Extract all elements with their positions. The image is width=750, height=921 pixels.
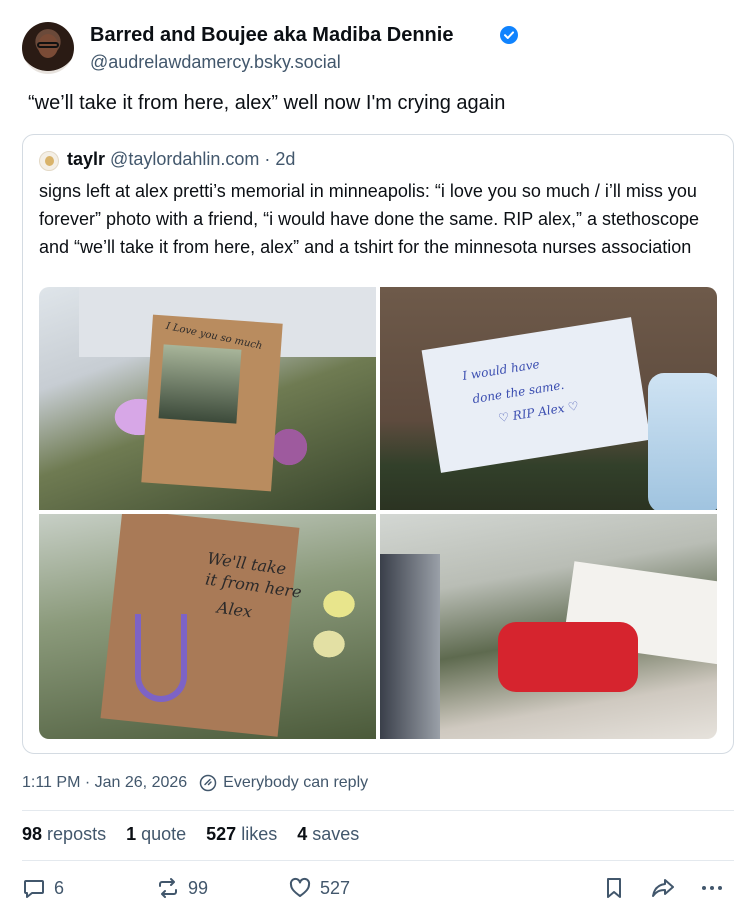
candle [648,373,717,510]
saves-count: 4 [297,824,308,844]
framed-photo [158,344,242,424]
author-avatar[interactable] [22,22,74,74]
red-tshirt [498,622,638,692]
quotes-label: quote [141,824,187,844]
share-arrow-icon [650,876,676,900]
quote-author-name: taylr [67,149,106,169]
quotes-stat[interactable]: 1 quote [126,824,186,845]
avatar-glasses [37,42,59,48]
author-handle[interactable]: @audrelawdamercy.bsky.social [90,52,341,73]
blurred-foreground [380,554,440,739]
post-header: Barred and Boujee aka Madiba Dennie @aud… [22,22,722,78]
action-bar: 6 99 527 [22,876,734,904]
reply-setting-icon [199,774,217,792]
saves-stat[interactable]: 4 saves [297,824,359,845]
quote-separator: · [264,149,271,169]
quotes-count: 1 [126,824,137,844]
quote-text: signs left at alex pretti’s memorial in … [39,181,700,257]
post-time: 1:11 PM [22,774,81,791]
reposts-stat[interactable]: 98 reposts [22,824,106,845]
divider-top [22,810,734,811]
quote-author-handle: @taylordahlin.com [110,149,260,169]
quote-author-line: taylr @taylordahlin.com · 2d [67,149,295,170]
likes-label: likes [241,824,278,844]
image-photo-frame-flowers[interactable]: I Love you so much [39,287,376,510]
reply-icon [22,876,46,900]
reposts-label: reposts [47,824,107,844]
image-grid: I Love you so much I would have done the… [39,287,717,739]
post-date: Jan 26, 2026 [94,774,188,791]
reply-setting-label[interactable]: Everybody can reply [223,774,368,792]
more-options-button[interactable] [700,876,724,900]
saves-label: saves [312,824,360,844]
cardboard-sign [100,514,300,737]
meta-separator: · [84,774,91,791]
image-nurses-tshirt[interactable] [380,514,717,739]
verified-badge-icon[interactable] [500,26,518,44]
repost-button[interactable]: 99 [156,876,208,900]
share-button[interactable] [650,876,676,900]
divider-bottom [22,860,734,861]
image-stethoscope-sign[interactable]: We'll take it from here Alex [39,514,376,739]
image-note-card[interactable]: I would have done the same. ♡ RIP Alex ♡ [380,287,717,510]
repost-count: 99 [188,877,209,898]
quote-author-avatar [39,151,59,171]
quote-time-ago: 2d [275,149,296,169]
like-button[interactable]: 527 [288,876,350,900]
stethoscope [135,614,187,702]
ellipsis-icon [700,876,724,900]
reposts-count: 98 [22,824,43,844]
likes-count: 527 [206,824,237,844]
like-count: 527 [320,877,351,898]
repost-icon [156,876,180,900]
reply-count: 6 [54,877,65,898]
post-meta: 1:11 PM · Jan 26, 2026 Everybody can rep… [22,774,368,792]
heart-icon [288,876,312,900]
reply-button[interactable]: 6 [22,876,64,900]
post-text: “we’ll take it from here, alex” well now… [28,92,506,114]
likes-stat[interactable]: 527 likes [206,824,277,845]
bookmark-button[interactable] [602,876,626,900]
bookmark-icon [602,876,626,900]
engagement-stats: 98 reposts 1 quote 527 likes 4 saves [22,824,359,845]
quote-post-card[interactable]: taylr @taylordahlin.com · 2d signs left … [22,134,734,754]
author-display-name[interactable]: Barred and Boujee aka Madiba Dennie [90,24,453,47]
